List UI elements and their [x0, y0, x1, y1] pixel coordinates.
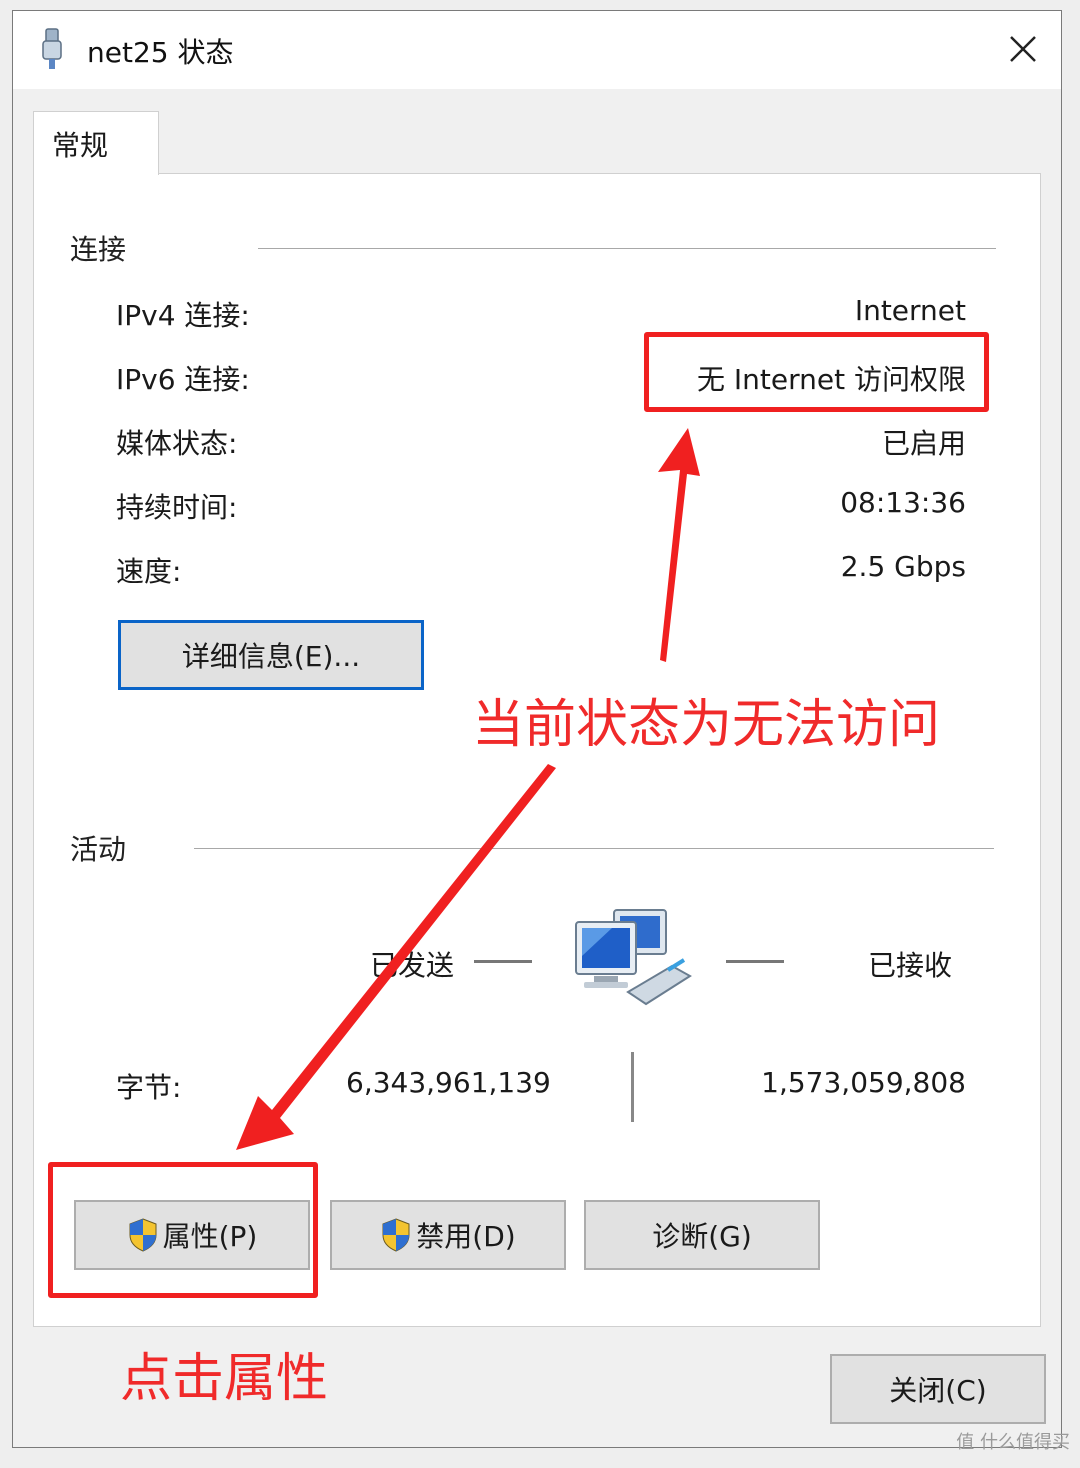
network-computers-icon [575, 909, 692, 1006]
duration-value: 08:13:36 [840, 486, 966, 519]
bytes-received-value: 1,573,059,808 [761, 1066, 966, 1099]
media-state-label: 媒体状态: [116, 427, 238, 460]
bytes-label: 字节: [116, 1071, 182, 1104]
speed-label: 速度: [116, 555, 182, 588]
ipv6-label: IPv6 连接: [116, 363, 250, 396]
media-state-value: 已启用 [881, 427, 966, 460]
watermark: 值 什么值得买 [956, 1432, 1070, 1453]
uac-shield-icon [382, 1218, 410, 1252]
window-title: net25 状态 [87, 36, 234, 69]
sent-label: 已发送 [370, 949, 455, 982]
ipv4-label: IPv4 连接: [116, 299, 250, 332]
close-button[interactable]: 关闭(C) [830, 1354, 1046, 1424]
click-properties-annotation-text: 点击属性 [120, 1349, 329, 1409]
disable-button[interactable]: 禁用(D) [330, 1200, 566, 1270]
diagnose-button[interactable]: 诊断(G) [584, 1200, 820, 1270]
activity-section-title: 活动 [70, 833, 127, 866]
connection-divider [258, 248, 996, 249]
disable-button-label: 禁用(D) [416, 1220, 516, 1253]
activity-divider [194, 848, 994, 849]
status-annotation-text: 当前状态为无法访问 [472, 695, 941, 755]
duration-label: 持续时间: [116, 491, 238, 524]
ipv6-highlight-box [644, 332, 989, 412]
received-label: 已接收 [868, 949, 953, 982]
network-adapter-icon [42, 28, 62, 69]
close-window-button[interactable] [999, 25, 1047, 73]
bytes-separator [631, 1052, 634, 1122]
received-dash [726, 960, 784, 963]
connection-section-title: 连接 [70, 233, 127, 266]
bytes-sent-value: 6,343,961,139 [346, 1066, 551, 1099]
tab-general[interactable]: 常规 [33, 111, 159, 175]
speed-value: 2.5 Gbps [840, 550, 966, 583]
ipv4-value: Internet [854, 294, 966, 327]
properties-highlight-box [48, 1162, 318, 1298]
details-button[interactable]: 详细信息(E)... [118, 620, 424, 690]
title-bar: net25 状态 [13, 11, 1061, 89]
sent-dash [474, 960, 532, 963]
close-icon [1010, 36, 1036, 62]
